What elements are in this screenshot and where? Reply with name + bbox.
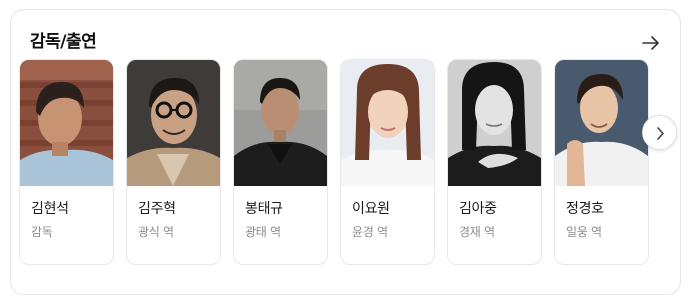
person-name: 김아중 [459, 201, 497, 217]
person-name: 김주혁 [138, 201, 176, 217]
see-all-button[interactable] [638, 30, 664, 56]
person-role: 일웅 역 [566, 225, 602, 239]
person-name: 김현석 [31, 201, 69, 217]
person-photo [127, 60, 220, 186]
person-role: 감독 [31, 225, 53, 239]
person-photo [341, 60, 434, 186]
person-card[interactable]: 봉태규 광태 역 [233, 59, 328, 265]
person-role: 경재 역 [459, 225, 495, 239]
chevron-right-icon [657, 127, 664, 140]
person-role: 광식 역 [138, 225, 174, 239]
section-title: 감독/출연 [30, 32, 97, 52]
person-card[interactable]: 김주혁 광식 역 [126, 59, 221, 265]
person-name: 봉태규 [245, 201, 283, 217]
arrow-right-icon [642, 36, 659, 50]
person-photo [448, 60, 541, 186]
person-name: 이요원 [352, 201, 390, 217]
person-role: 광태 역 [245, 225, 281, 239]
person-card[interactable]: 김현석 감독 [19, 59, 114, 265]
person-role: 윤경 역 [352, 225, 388, 239]
person-photo [555, 60, 648, 186]
person-photo [234, 60, 327, 186]
person-name: 정경호 [566, 201, 604, 217]
cast-carousel: 김현석 감독 김주혁 광식 역 봉태규 광태 역 이요원 윤경 역 김아중 경재… [19, 59, 659, 275]
person-card[interactable]: 정경호 일웅 역 [554, 59, 649, 265]
person-photo [20, 60, 113, 186]
person-card[interactable]: 이요원 윤경 역 [340, 59, 435, 265]
carousel-next-button[interactable] [642, 115, 677, 150]
panel-header: 감독/출연 [30, 30, 664, 56]
person-card[interactable]: 김아중 경재 역 [447, 59, 542, 265]
